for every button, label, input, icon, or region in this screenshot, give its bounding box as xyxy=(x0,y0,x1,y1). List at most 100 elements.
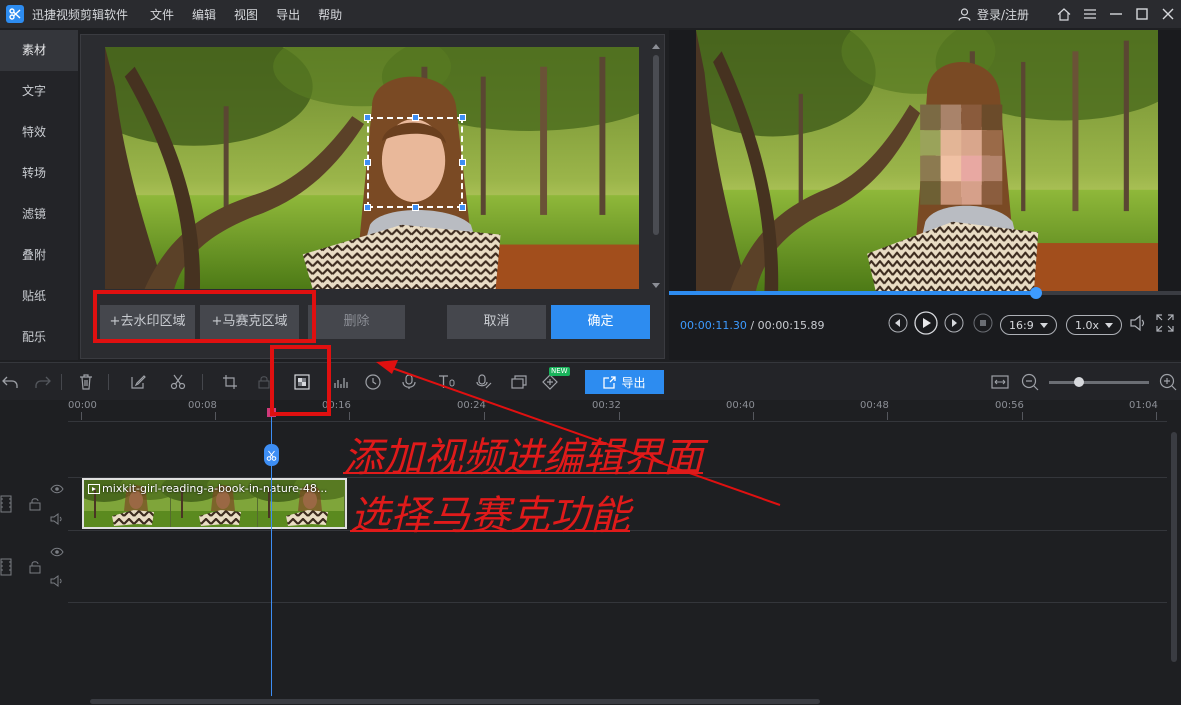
track-separator xyxy=(68,602,1167,603)
record-voice-button[interactable] xyxy=(399,372,419,392)
export-button[interactable]: 导出 xyxy=(585,370,664,394)
current-time: 00:00:11.30 xyxy=(680,319,747,332)
progress-knob[interactable] xyxy=(1030,287,1042,299)
preview-video-frame xyxy=(696,30,1158,291)
zoom-in-icon xyxy=(1159,373,1177,391)
redo-icon xyxy=(35,376,51,388)
lock-icon[interactable] xyxy=(29,560,41,574)
film-strip-icon xyxy=(0,495,12,513)
eye-icon[interactable] xyxy=(50,484,64,494)
sidebar-item-filters[interactable]: 滤镜 xyxy=(0,194,78,235)
playback-progress-bar[interactable] xyxy=(669,287,1181,299)
menu-bar: 文件 编辑 视图 导出 帮助 xyxy=(150,6,360,23)
hamburger-icon xyxy=(1084,9,1096,19)
zoom-in-button[interactable] xyxy=(1158,372,1178,392)
title-bar-right: 登录/注册 xyxy=(958,0,1181,28)
ruler-baseline xyxy=(68,421,1167,422)
zoom-out-button[interactable] xyxy=(1020,372,1040,392)
resize-handle[interactable] xyxy=(412,114,419,121)
speaker-icon[interactable] xyxy=(50,575,64,587)
menu-button[interactable] xyxy=(1077,0,1103,28)
audio-wave-button[interactable] xyxy=(331,372,351,392)
playhead-split-button[interactable] xyxy=(264,444,279,466)
redo-button[interactable] xyxy=(33,372,53,392)
microphone-icon xyxy=(402,374,416,389)
tick-label: 00:32 xyxy=(592,400,621,411)
ruler-tick xyxy=(215,412,216,420)
sidebar-item-effects[interactable]: 特效 xyxy=(0,112,78,153)
home-button[interactable] xyxy=(1051,0,1077,28)
editor-scroll-thumb[interactable] xyxy=(653,55,659,235)
fit-timeline-button[interactable] xyxy=(990,372,1010,392)
menu-file[interactable]: 文件 xyxy=(150,6,174,23)
resize-handle[interactable] xyxy=(364,114,371,121)
mosaic-selection-box[interactable] xyxy=(364,114,466,211)
login-button[interactable]: 登录/注册 xyxy=(958,6,1029,23)
confirm-button[interactable]: 确定 xyxy=(551,305,650,339)
menu-help[interactable]: 帮助 xyxy=(318,6,342,23)
undo-button[interactable] xyxy=(0,372,20,392)
play-icon xyxy=(914,311,938,335)
speed-select[interactable]: 1.0x xyxy=(1066,315,1123,335)
resize-handle[interactable] xyxy=(459,159,466,166)
delete-clip-button[interactable] xyxy=(76,372,96,392)
fullscreen-button[interactable] xyxy=(1155,313,1175,333)
text-to-speech-button[interactable] xyxy=(437,372,457,392)
resize-handle[interactable] xyxy=(364,204,371,211)
stop-button[interactable] xyxy=(973,313,993,333)
editor-scrollbar[interactable] xyxy=(652,43,660,289)
play-button[interactable] xyxy=(914,311,938,335)
resize-handle[interactable] xyxy=(412,204,419,211)
sidebar-item-overlay[interactable]: 叠附 xyxy=(0,235,78,276)
menu-export[interactable]: 导出 xyxy=(276,6,300,23)
video-clip-icon xyxy=(88,484,100,494)
edit-button[interactable] xyxy=(128,372,148,392)
export-label: 导出 xyxy=(621,375,646,390)
resize-handle[interactable] xyxy=(459,204,466,211)
timeline-hscroll-thumb[interactable] xyxy=(90,699,820,704)
picture-in-picture-button[interactable] xyxy=(509,372,529,392)
menu-edit[interactable]: 编辑 xyxy=(192,6,216,23)
timeline-ruler[interactable]: 00:00 00:08 00:16 00:24 00:32 00:40 00:4… xyxy=(0,400,1181,422)
close-button[interactable] xyxy=(1155,0,1181,28)
aspect-ratio-select[interactable]: 16:9 xyxy=(1000,315,1057,335)
delete-button[interactable]: 删除 xyxy=(308,305,405,339)
sidebar-item-text[interactable]: 文字 xyxy=(0,71,78,112)
time-separator: / xyxy=(746,319,758,332)
lock-icon[interactable] xyxy=(29,497,41,511)
total-time: 00:00:15.89 xyxy=(757,319,825,332)
menu-view[interactable]: 视图 xyxy=(234,6,258,23)
prev-frame-button[interactable] xyxy=(888,313,908,333)
sidebar-item-media[interactable]: 素材 xyxy=(0,30,78,71)
zoom-slider-knob[interactable] xyxy=(1074,377,1084,387)
trash-icon xyxy=(80,374,92,390)
ruler-tick xyxy=(619,412,620,420)
eye-icon[interactable] xyxy=(50,547,64,557)
fullscreen-icon xyxy=(1156,314,1174,332)
timeline-vertical-scrollbar[interactable] xyxy=(1169,424,1179,689)
timeline-vscroll-thumb[interactable] xyxy=(1171,432,1177,662)
maximize-button[interactable] xyxy=(1129,0,1155,28)
editor-video-frame[interactable] xyxy=(105,47,639,289)
next-frame-icon xyxy=(944,313,964,333)
fit-width-icon xyxy=(991,375,1009,389)
next-frame-button[interactable] xyxy=(944,313,964,333)
video-clip[interactable]: mixkit-girl-reading-a-book-in-nature-48.… xyxy=(82,478,347,529)
tick-label: 00:48 xyxy=(860,400,889,411)
speaker-icon[interactable] xyxy=(50,513,64,525)
split-button[interactable] xyxy=(168,372,188,392)
zoom-slider[interactable] xyxy=(1049,381,1149,384)
timeline-horizontal-scrollbar[interactable] xyxy=(0,697,1181,705)
cancel-button[interactable]: 取消 xyxy=(447,305,546,339)
voice-change-button[interactable] xyxy=(474,372,494,392)
resize-handle[interactable] xyxy=(459,114,466,121)
minimize-button[interactable] xyxy=(1103,0,1129,28)
sidebar-item-music[interactable]: 配乐 xyxy=(0,317,78,358)
sidebar-item-transitions[interactable]: 转场 xyxy=(0,153,78,194)
crop-button[interactable] xyxy=(220,372,240,392)
sidebar-item-stickers[interactable]: 贴纸 xyxy=(0,276,78,317)
duration-button[interactable] xyxy=(363,372,383,392)
resize-handle[interactable] xyxy=(364,159,371,166)
volume-button[interactable] xyxy=(1129,313,1149,333)
video-track-controls xyxy=(0,480,68,530)
